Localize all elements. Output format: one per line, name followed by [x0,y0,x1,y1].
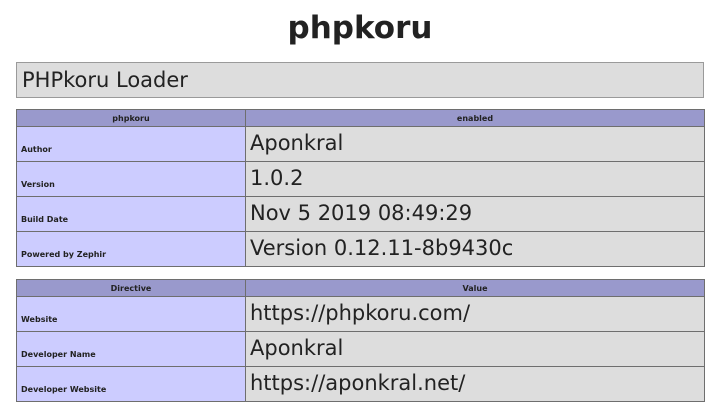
table-header-row: phpkoru enabled [16,109,705,127]
page-title: phpkoru [287,10,433,46]
row-value-website: https://phpkoru.com/ [245,296,705,332]
row-value-author: Aponkral [245,126,705,162]
module-header: PHPkoru Loader [16,62,704,98]
column-header-status: enabled [245,109,705,127]
directive-table: Directive Value Website https://phpkoru.… [16,279,705,402]
column-header-module: phpkoru [16,109,246,127]
row-value-powered-by: Version 0.12.11-8b9430c [245,231,705,267]
row-key-version: Version [16,161,246,197]
row-value-version: 1.0.2 [245,161,705,197]
table-header-row: Directive Value [16,279,705,297]
row-key-build-date: Build Date [16,196,246,232]
row-key-website: Website [16,296,246,332]
table-row: Version 1.0.2 [16,161,705,197]
table-row: Build Date Nov 5 2019 08:49:29 [16,196,705,232]
table-row: Author Aponkral [16,126,705,162]
row-value-developer-website: https://aponkral.net/ [245,366,705,402]
column-header-directive: Directive [16,279,246,297]
table-row: Powered by Zephir Version 0.12.11-8b9430… [16,231,705,267]
row-key-developer-name: Developer Name [16,331,246,367]
phpinfo-page: phpkoru PHPkoru Loader phpkoru enabled A… [0,0,720,418]
row-value-build-date: Nov 5 2019 08:49:29 [245,196,705,232]
row-key-author: Author [16,126,246,162]
table-row: Website https://phpkoru.com/ [16,296,705,332]
row-key-powered-by: Powered by Zephir [16,231,246,267]
table-row: Developer Name Aponkral [16,331,705,367]
module-info-table: phpkoru enabled Author Aponkral Version … [16,109,705,267]
row-value-developer-name: Aponkral [245,331,705,367]
table-row: Developer Website https://aponkral.net/ [16,366,705,402]
row-key-developer-website: Developer Website [16,366,246,402]
column-header-value: Value [245,279,705,297]
